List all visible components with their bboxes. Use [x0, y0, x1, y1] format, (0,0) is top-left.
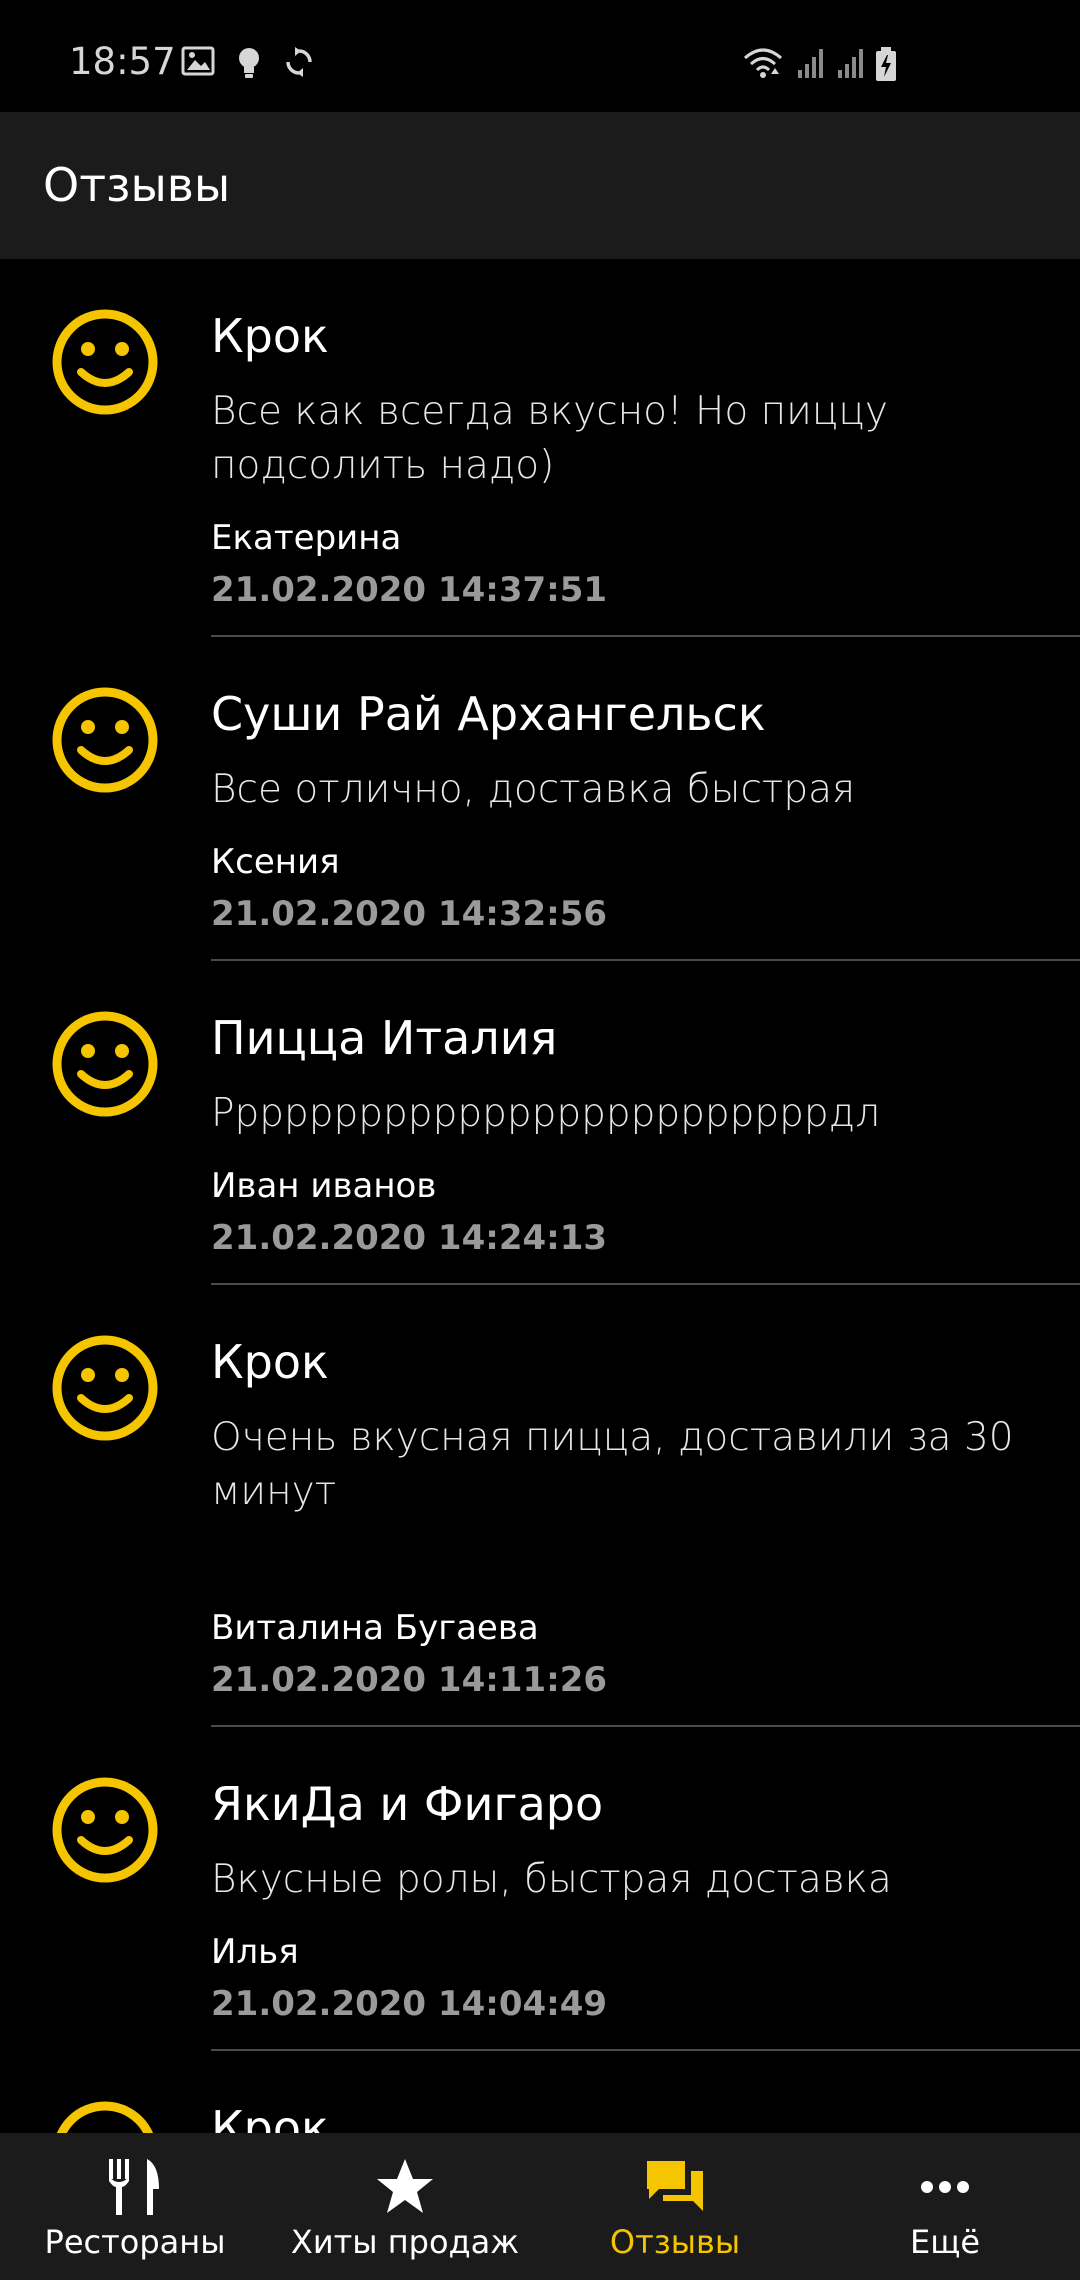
smiley-icon — [52, 1335, 158, 1441]
bulb-icon — [239, 48, 259, 78]
review-date: 21.02.2020 14:37:51 — [211, 570, 608, 610]
review-author: Илья — [211, 1932, 299, 1972]
nav-item-more[interactable]: Ещё — [810, 2133, 1080, 2280]
review-author: Виталина Бугаева — [211, 1608, 539, 1648]
review-restaurant: Крок — [211, 1335, 329, 1389]
review-date: 21.02.2020 14:04:49 — [211, 1984, 608, 2024]
review-item[interactable]: Крок — [0, 2051, 1080, 2133]
image-icon — [181, 46, 215, 76]
status-bar: 18:57 — [0, 0, 1080, 112]
star-icon — [377, 2159, 433, 2213]
review-item[interactable]: Крок Все как всегда вкусно! Но пиццу под… — [0, 259, 1080, 637]
nav-item-bestsellers[interactable]: Хиты продаж — [270, 2133, 540, 2280]
review-item[interactable]: Пицца Италия Рррррррррррррррррррррррррдл… — [0, 961, 1080, 1285]
smiley-icon — [52, 1777, 158, 1883]
review-text: Вкусные ролы, быстрая доставка — [211, 1857, 892, 1902]
review-restaurant: Суши Рай Архангельск — [211, 687, 766, 741]
review-text: Рррррррррррррррррррррррррдл — [211, 1091, 880, 1136]
review-restaurant: Крок — [211, 2101, 329, 2133]
signal-icon — [798, 49, 823, 78]
chat-bubbles-icon — [647, 2161, 703, 2211]
nav-label: Рестораны — [44, 2223, 226, 2261]
review-text: Все как всегда вкусно! Но пиццу подсолит… — [211, 389, 888, 488]
wifi-icon — [744, 48, 782, 78]
page-title: Отзывы — [43, 158, 231, 212]
app-bar: Отзывы — [0, 112, 1080, 259]
review-author: Иван иванов — [211, 1166, 437, 1206]
nav-item-restaurants[interactable]: Рестораны — [0, 2133, 270, 2280]
nav-label: Отзывы — [609, 2223, 741, 2261]
fork-knife-icon — [109, 2159, 159, 2215]
review-restaurant: Пицца Италия — [211, 1011, 558, 1065]
signal-icon — [838, 49, 863, 78]
more-dots-icon — [921, 2181, 969, 2193]
review-date: 21.02.2020 14:32:56 — [211, 894, 608, 934]
review-item[interactable]: Крок Очень вкусная пицца, доставили за 3… — [0, 1285, 1080, 1727]
review-author: Ксения — [211, 842, 340, 882]
sync-icon — [286, 47, 312, 77]
nav-label: Хиты продаж — [290, 2223, 520, 2261]
smiley-icon — [52, 687, 158, 793]
nav-item-reviews[interactable]: Отзывы — [540, 2133, 810, 2280]
review-author: Екатерина — [211, 518, 402, 558]
review-date: 21.02.2020 14:24:13 — [211, 1218, 608, 1258]
review-text: Все отлично, доставка быстрая — [211, 767, 856, 812]
review-date: 21.02.2020 14:11:26 — [211, 1660, 608, 1700]
smiley-icon — [52, 309, 158, 415]
review-restaurant: Крок — [211, 309, 329, 363]
review-list[interactable]: Крок Все как всегда вкусно! Но пиццу под… — [0, 259, 1080, 2133]
nav-label: Ещё — [909, 2223, 981, 2261]
review-item[interactable]: ЯкиДа и Фигаро Вкусные ролы, быстрая дос… — [0, 1727, 1080, 2051]
review-restaurant: ЯкиДа и Фигаро — [211, 1777, 604, 1831]
smiley-icon — [56, 2101, 154, 2133]
battery-charging-icon — [876, 47, 896, 81]
smiley-icon — [52, 1011, 158, 1117]
review-item[interactable]: Суши Рай Архангельск Все отлично, достав… — [0, 637, 1080, 961]
review-text: Очень вкусная пицца, доставили за 30 мин… — [211, 1415, 1014, 1514]
status-time: 18:57 — [69, 40, 176, 83]
bottom-nav: Рестораны Хиты продаж Отзывы Ещё — [0, 2133, 1080, 2280]
